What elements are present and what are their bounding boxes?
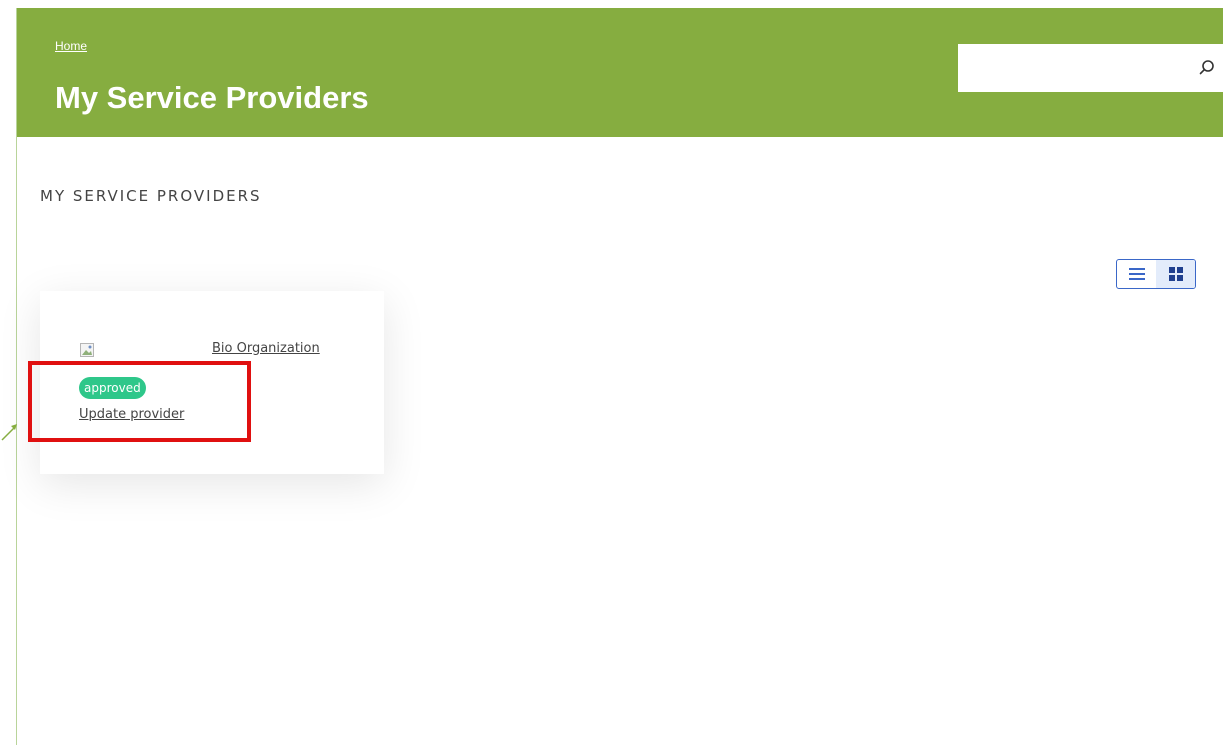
view-toggle (1116, 259, 1196, 289)
list-view-icon (1128, 268, 1145, 280)
search-icon[interactable] (1197, 58, 1217, 78)
page: Home My Service Providers MY SERVICE PRO… (0, 0, 1223, 745)
search-box (958, 44, 1223, 92)
list-view-button[interactable] (1117, 260, 1156, 288)
provider-name-link[interactable]: Bio Organization (212, 341, 320, 356)
annotation-arrow-icon (1, 424, 17, 441)
search-input[interactable] (958, 44, 1183, 92)
annotation-highlight-box (28, 361, 251, 442)
section-heading: MY SERVICE PROVIDERS (40, 187, 262, 205)
grid-view-icon (1168, 267, 1183, 281)
page-title: My Service Providers (55, 80, 369, 115)
breadcrumb-home-link[interactable]: Home (55, 39, 87, 53)
page-header: Home My Service Providers (17, 8, 1223, 137)
broken-image-icon (80, 342, 94, 357)
grid-view-button[interactable] (1156, 260, 1195, 288)
